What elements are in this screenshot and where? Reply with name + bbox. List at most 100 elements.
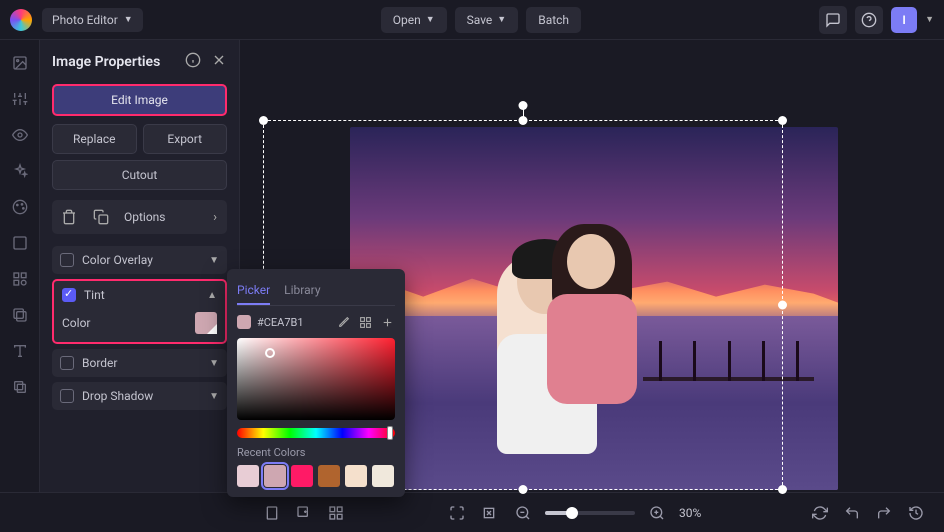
border-checkbox[interactable] [60,356,74,370]
tab-library[interactable]: Library [284,279,320,305]
recent-color-swatch[interactable] [237,465,259,487]
recent-color-swatch[interactable] [372,465,394,487]
close-icon[interactable] [211,52,227,72]
chevron-down-icon: ▼ [124,14,133,25]
chevron-down-icon: ▼ [209,255,219,266]
grid-icon[interactable] [357,314,373,330]
fit-icon[interactable] [477,501,501,525]
undo-icon[interactable] [840,501,864,525]
panel-header: Image Properties [52,52,227,72]
save-button[interactable]: Save ▼ [455,7,519,33]
hue-thumb[interactable] [387,426,393,440]
rotate-handle[interactable] [519,101,528,110]
hex-value[interactable]: #CEA7B1 [257,316,329,329]
duplicate-icon[interactable] [88,204,114,230]
color-picker-popup: Picker Library #CEA7B1 Recent Colors [227,269,405,497]
current-color-swatch [237,315,251,329]
tint-body: Color [52,304,227,344]
fullscreen-icon[interactable] [445,501,469,525]
info-icon[interactable] [185,52,201,72]
redo-icon[interactable] [872,501,896,525]
image-tool-icon[interactable] [9,52,31,74]
chevron-down-icon: ▼ [426,14,435,25]
tab-picker[interactable]: Picker [237,279,270,305]
elements-tool-icon[interactable] [9,268,31,290]
delete-icon[interactable] [56,204,82,230]
app-title-dropdown[interactable]: Photo Editor ▼ [42,8,143,32]
layers-tool-icon[interactable] [9,376,31,398]
recent-color-swatch[interactable] [264,465,286,487]
plus-icon[interactable] [379,314,395,330]
text-tool-icon[interactable] [9,340,31,362]
app-logo[interactable] [10,9,32,31]
tool-rail [0,40,40,492]
accordion-border[interactable]: Border ▼ [52,349,227,377]
recent-color-swatch[interactable] [345,465,367,487]
hex-row: #CEA7B1 [237,314,395,330]
options-label[interactable]: Options [124,210,166,224]
chevron-right-icon: › [213,210,217,225]
recent-colors-row [237,465,395,487]
drop-shadow-checkbox[interactable] [60,389,74,403]
zoom-slider[interactable] [545,511,635,515]
sync-icon[interactable] [808,501,832,525]
accordion-drop-shadow[interactable]: Drop Shadow ▼ [52,382,227,410]
zoom-slider-thumb[interactable] [566,507,578,519]
frame-tool-icon[interactable] [9,232,31,254]
resize-handle-bm[interactable] [519,485,528,494]
chat-button[interactable] [819,6,847,34]
hue-slider[interactable] [237,428,395,438]
color-overlay-checkbox[interactable] [60,253,74,267]
chevron-down-icon: ▼ [497,14,506,25]
zoom-in-icon[interactable] [645,501,669,525]
accordion-color-overlay[interactable]: Color Overlay ▼ [52,246,227,274]
zoom-out-icon[interactable] [511,501,535,525]
chevron-up-icon: ▲ [207,290,217,301]
saturation-value-picker[interactable] [237,338,395,420]
add-page-icon[interactable] [292,501,316,525]
resize-handle-mr[interactable] [778,301,787,310]
grid-view-icon[interactable] [324,501,348,525]
chat-icon [825,12,841,28]
topbar-right: I ▼ [819,6,934,34]
properties-panel: Image Properties Edit Image Replace Expo… [40,40,240,492]
overlay-tool-icon[interactable] [9,304,31,326]
tint-checkbox[interactable] [62,288,76,302]
chevron-down-icon[interactable]: ▼ [925,14,934,25]
replace-button[interactable]: Replace [52,124,137,154]
edit-image-button[interactable]: Edit Image [52,84,227,116]
options-bar: Options › [52,200,227,234]
picker-tabs: Picker Library [237,279,395,306]
app-title: Photo Editor [52,13,118,27]
history-icon[interactable] [904,501,928,525]
adjust-tool-icon[interactable] [9,88,31,110]
tint-color-swatch[interactable] [195,312,217,334]
recent-colors-label: Recent Colors [237,446,395,459]
resize-handle-tl[interactable] [259,116,268,125]
user-avatar[interactable]: I [891,7,917,33]
open-button[interactable]: Open ▼ [381,7,447,33]
sv-cursor[interactable] [265,348,275,358]
tint-color-label: Color [62,316,90,330]
sparkle-tool-icon[interactable] [9,160,31,182]
bottombar: 30% [0,492,944,532]
cutout-button[interactable]: Cutout [52,160,227,190]
topbar-center: Open ▼ Save ▼ Batch [143,7,819,33]
eye-tool-icon[interactable] [9,124,31,146]
batch-button[interactable]: Batch [526,7,581,33]
recent-color-swatch[interactable] [318,465,340,487]
eyedropper-icon[interactable] [335,314,351,330]
chevron-down-icon: ▼ [209,358,219,369]
page-icon[interactable] [260,501,284,525]
resize-handle-tr[interactable] [778,116,787,125]
palette-tool-icon[interactable] [9,196,31,218]
recent-color-swatch[interactable] [291,465,313,487]
help-button[interactable] [855,6,883,34]
topbar: Photo Editor ▼ Open ▼ Save ▼ Batch I ▼ [0,0,944,40]
export-button[interactable]: Export [143,124,228,154]
resize-handle-br[interactable] [778,485,787,494]
zoom-percentage[interactable]: 30% [679,506,711,520]
resize-handle-tm[interactable] [519,116,528,125]
chevron-down-icon: ▼ [209,391,219,402]
help-icon [861,12,877,28]
